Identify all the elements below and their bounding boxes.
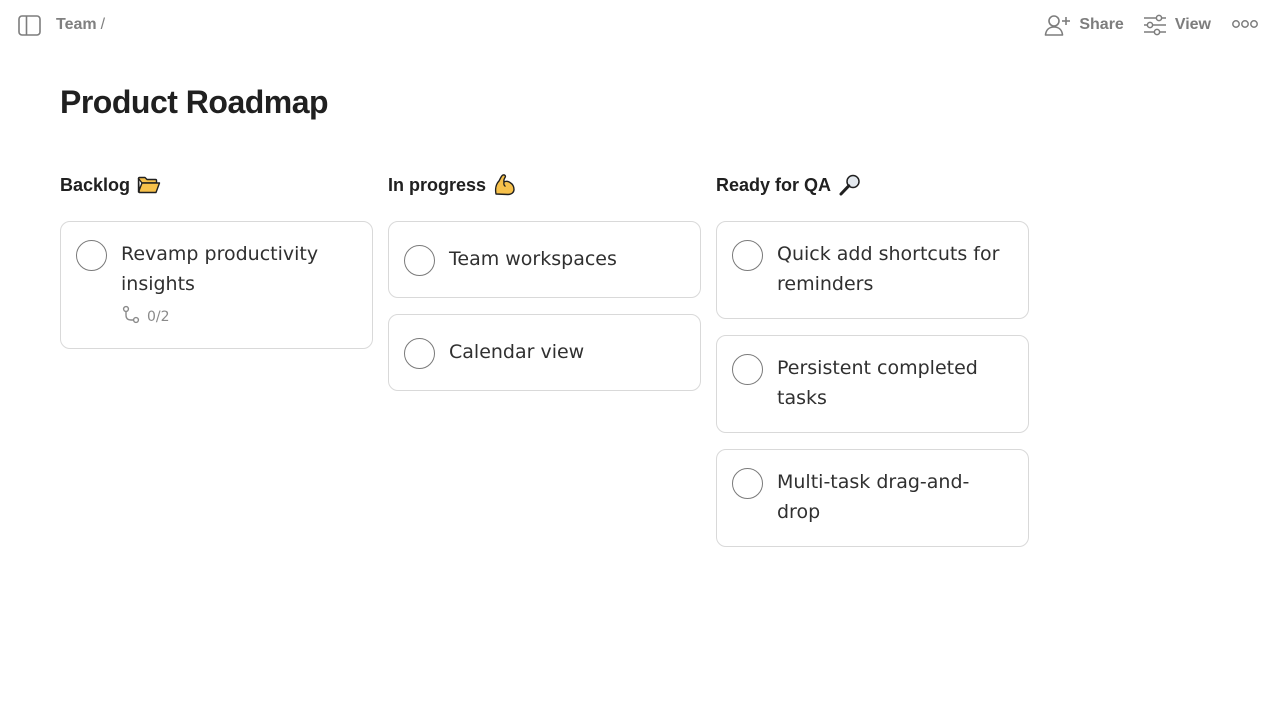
task-card[interactable]: Multi-task drag-and-drop bbox=[716, 449, 1029, 547]
sidebar-toggle-icon[interactable] bbox=[18, 15, 41, 36]
complete-checkbox[interactable] bbox=[732, 468, 763, 499]
subtask-branch-icon bbox=[121, 305, 141, 329]
subtask-progress: 0/2 bbox=[147, 309, 170, 325]
flexed-biceps-icon bbox=[493, 173, 517, 197]
breadcrumb: Team / bbox=[56, 16, 105, 34]
view-button[interactable]: View bbox=[1143, 14, 1211, 36]
subtask-count: 0/2 bbox=[121, 305, 352, 329]
column-header[interactable]: Ready for QA bbox=[716, 172, 1029, 198]
task-title: Quick add shortcuts for reminders bbox=[777, 243, 1000, 295]
task-card[interactable]: Persistent completed tasks bbox=[716, 335, 1029, 433]
complete-checkbox[interactable] bbox=[404, 338, 435, 369]
magnifying-glass-icon bbox=[838, 173, 862, 197]
header-actions: Share View bbox=[1044, 12, 1258, 38]
page-title: Product Roadmap bbox=[60, 84, 329, 120]
sliders-icon bbox=[1143, 14, 1167, 36]
card-list: Quick add shortcuts for reminders Persis… bbox=[716, 221, 1029, 547]
task-title: Calendar view bbox=[449, 341, 585, 363]
task-title: Team workspaces bbox=[449, 248, 617, 270]
column-ready-for-qa: Ready for QA Quick add shortcuts for rem… bbox=[716, 172, 1029, 547]
complete-checkbox[interactable] bbox=[732, 354, 763, 385]
task-card[interactable]: Quick add shortcuts for reminders bbox=[716, 221, 1029, 319]
add-person-icon bbox=[1044, 14, 1071, 36]
column-backlog: Backlog Revamp productivity insights 0/2 bbox=[60, 172, 373, 547]
column-header[interactable]: Backlog bbox=[60, 172, 373, 198]
complete-checkbox[interactable] bbox=[76, 240, 107, 271]
folder-icon bbox=[137, 176, 161, 194]
column-title: Ready for QA bbox=[716, 174, 832, 195]
task-title: Multi-task drag-and-drop bbox=[777, 471, 970, 523]
task-card[interactable]: Revamp productivity insights 0/2 bbox=[60, 221, 373, 349]
column-title: Backlog bbox=[60, 174, 131, 195]
column-title: In progress bbox=[388, 174, 487, 195]
column-in-progress: In progress Team workspaces Calendar vie… bbox=[388, 172, 701, 547]
task-card[interactable]: Team workspaces bbox=[388, 221, 701, 298]
kanban-board: Backlog Revamp productivity insights 0/2… bbox=[60, 172, 1029, 547]
task-card[interactable]: Calendar view bbox=[388, 314, 701, 391]
more-button[interactable] bbox=[1232, 16, 1258, 34]
share-label: Share bbox=[1079, 16, 1124, 33]
complete-checkbox[interactable] bbox=[404, 245, 435, 276]
breadcrumb-separator: / bbox=[100, 16, 106, 33]
view-label: View bbox=[1174, 16, 1211, 33]
task-title: Revamp productivity insights bbox=[121, 243, 319, 295]
card-list: Revamp productivity insights 0/2 bbox=[60, 221, 373, 349]
share-button[interactable]: Share bbox=[1044, 14, 1124, 36]
card-list: Team workspaces Calendar view bbox=[388, 221, 701, 391]
task-title: Persistent completed tasks bbox=[777, 357, 978, 409]
more-horizontal-icon bbox=[1232, 16, 1258, 34]
complete-checkbox[interactable] bbox=[732, 240, 763, 271]
top-bar: Team / Share View bbox=[0, 0, 1280, 50]
column-header[interactable]: In progress bbox=[388, 172, 701, 198]
breadcrumb-team[interactable]: Team bbox=[56, 16, 97, 34]
